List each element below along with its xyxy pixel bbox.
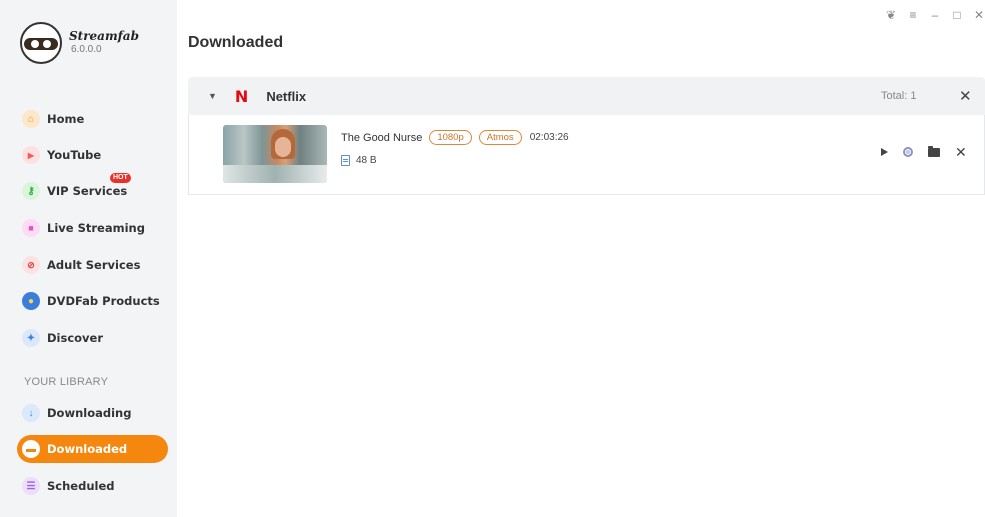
window-controls: ❦ ≡ – □ ✕ [885,8,985,22]
close-window-icon[interactable]: ✕ [973,8,985,22]
compass-icon: ✦ [22,329,40,347]
audio-badge: Atmos [478,130,522,145]
page-title: Downloaded [188,34,284,51]
sidebar-item-label: YouTube [47,148,102,162]
group-total: Total: 1 [881,90,917,102]
video-thumbnail[interactable] [223,125,327,183]
live-icon: ■ [22,219,40,237]
sidebar-item-label: DVDFab Products [47,294,160,308]
dvdfab-icon: ● [22,292,40,310]
folder-icon: ▬ [22,440,40,458]
minimize-icon[interactable]: – [929,8,941,22]
sidebar-item-adult-services[interactable]: ⊘ Adult Services [17,251,168,279]
maximize-icon[interactable]: □ [951,8,963,22]
file-size: 48 B [341,155,377,166]
sidebar-item-discover[interactable]: ✦ Discover [17,324,168,352]
sidebar-item-label: Discover [47,331,104,345]
sidebar-item-label: Scheduled [47,479,115,493]
sidebar-item-label: Live Streaming [47,221,145,235]
home-icon: ⌂ [22,110,40,128]
scheduled-icon: ☰ [22,477,40,495]
file-icon [341,155,350,166]
file-size-value: 48 B [356,155,377,166]
delete-icon[interactable]: ✕ [955,145,967,159]
app-name: Streamfab [69,29,139,43]
sloth-logo-icon [20,22,62,64]
sidebar-item-dvdfab-products[interactable]: ● DVDFab Products [17,287,168,315]
library-section-label: YOUR LIBRARY [24,376,109,388]
open-folder-icon[interactable] [928,145,940,157]
sidebar-item-vip-services[interactable]: ⚷ VIP Services HOT [17,173,168,205]
convert-icon[interactable] [903,147,913,157]
sidebar-item-scheduled[interactable]: ☰ Scheduled [17,472,168,500]
play-icon[interactable] [881,148,888,156]
sidebar-item-label: Adult Services [47,258,141,272]
app-version: 6.0.0.0 [71,44,102,55]
sidebar-item-live-streaming[interactable]: ■ Live Streaming [17,214,168,242]
download-row: The Good Nurse 1080p Atmos 02:03:26 48 B… [188,115,985,195]
key-icon: ⚷ [22,182,40,200]
close-group-icon[interactable]: ✕ [959,87,972,105]
chevron-down-icon[interactable]: ▼ [208,91,217,101]
sidebar-item-label: Downloaded [47,442,128,456]
netflix-group-header[interactable]: ▼ N Netflix Total: 1 ✕ [188,77,985,115]
youtube-icon: ▶ [22,146,40,164]
sidebar-item-downloading[interactable]: ↓ Downloading [17,399,168,427]
download-icon: ↓ [22,404,40,422]
resolution-badge: 1080p [429,130,472,145]
skin-icon[interactable]: ❦ [885,8,897,22]
sidebar-item-label: Downloading [47,406,132,420]
video-title: The Good Nurse [341,131,423,144]
provider-name: Netflix [266,88,307,104]
sidebar-item-label: VIP Services [47,184,128,198]
hot-badge: HOT [110,173,131,183]
sidebar: Streamfab 6.0.0.0 ⌂ Home ▶ YouTube ⚷ VIP… [0,0,177,517]
row-actions: ✕ [881,145,967,159]
video-duration: 02:03:26 [529,132,569,143]
adult-icon: ⊘ [22,256,40,274]
app-logo: Streamfab 6.0.0.0 [20,22,139,64]
sidebar-item-youtube[interactable]: ▶ YouTube [17,141,168,169]
netflix-logo-icon: N [234,86,249,106]
sidebar-item-label: Home [47,112,85,126]
sidebar-item-downloaded[interactable]: ▬ Downloaded [17,435,168,463]
menu-icon[interactable]: ≡ [907,8,919,22]
video-info: The Good Nurse 1080p Atmos 02:03:26 [341,130,569,145]
sidebar-item-home[interactable]: ⌂ Home [17,105,168,133]
